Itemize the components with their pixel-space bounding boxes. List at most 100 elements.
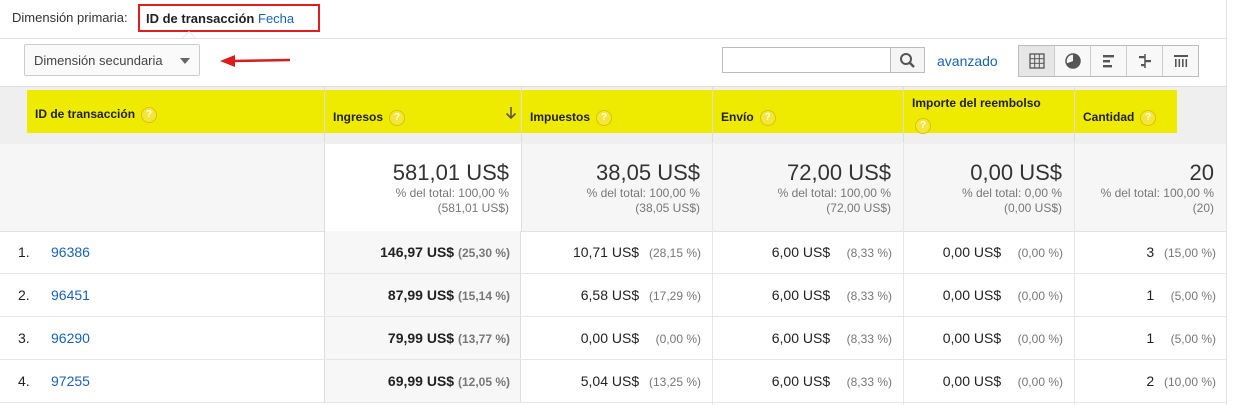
help-icon[interactable]: ? — [1140, 110, 1157, 126]
total-percent: % del total: 100,00 % — [1100, 186, 1214, 200]
cantidad-value: 1 — [1146, 330, 1155, 346]
total-sub: (20) — [1192, 201, 1214, 215]
ingresos-percent: (25,30 %) — [457, 246, 510, 260]
reembolso-value: 0,00 US$ — [942, 287, 1002, 303]
row-index: 2. — [18, 287, 30, 303]
reembolso-percent: (0,00 %) — [1017, 246, 1063, 260]
advanced-search-link[interactable]: avanzado — [937, 53, 998, 69]
cantidad-value: 1 — [1146, 287, 1155, 303]
impuestos-cell: 10,71 US$ (28,15 %) — [521, 231, 712, 273]
view-switcher — [1018, 45, 1199, 77]
envio-value: 6,00 US$ — [771, 287, 831, 303]
transaction-id-link[interactable]: 96451 — [51, 274, 90, 316]
help-icon[interactable]: ? — [389, 110, 406, 126]
primary-dimension-active: ID de transacción — [146, 11, 255, 26]
cantidad-cell: 2 (10,00 %) — [1074, 360, 1226, 402]
table-view-button[interactable] — [1019, 46, 1055, 76]
cantidad-value: 3 — [1146, 244, 1155, 260]
comparison-view-button[interactable] — [1127, 46, 1163, 76]
column-header-cantidad[interactable]: Cantidad? — [1083, 110, 1157, 126]
secondary-dimension-dropdown[interactable]: Dimensión secundaria — [24, 44, 200, 76]
reembolso-value: 0,00 US$ — [942, 244, 1002, 260]
ingresos-value: 69,99 US$ — [387, 373, 455, 389]
envio-cell: 6,00 US$ (8,33 %) — [712, 360, 903, 402]
envio-cell: 6,00 US$ (8,33 %) — [712, 231, 903, 273]
total-percent: % del total: 100,00 % — [586, 186, 700, 200]
total-sub: (581,01 US$) — [437, 201, 509, 215]
impuestos-value: 10,71 US$ — [572, 244, 640, 260]
cantidad-cell: 1 (5,00 %) — [1074, 317, 1226, 359]
divider — [0, 38, 1227, 39]
caret-up-icon — [182, 31, 196, 38]
transaction-id-link[interactable]: 96290 — [51, 317, 90, 359]
impuestos-percent: (0,00 %) — [655, 332, 701, 346]
cantidad-cell: 1 (5,00 %) — [1074, 274, 1226, 316]
envio-value: 6,00 US$ — [771, 373, 831, 389]
reembolso-cell: 0,00 US$ (0,00 %) — [903, 317, 1074, 359]
divider — [1074, 86, 1075, 143]
search-input[interactable] — [722, 47, 891, 73]
envio-cell: 6,00 US$ (8,33 %) — [712, 274, 903, 316]
column-header-reembolso[interactable]: Importe del reembolso — [912, 96, 1041, 110]
impuestos-percent: (28,15 %) — [648, 246, 701, 260]
column-header-transaction-id[interactable]: ID de transacción? — [35, 107, 158, 123]
ingresos-value: 79,99 US$ — [387, 330, 455, 346]
cantidad-percent: (10,00 %) — [1163, 375, 1216, 389]
chevron-down-icon — [180, 58, 190, 64]
ingresos-value: 146,97 US$ — [380, 244, 455, 260]
total-value: 581,01 US$ — [392, 160, 509, 185]
help-icon[interactable]: ? — [915, 118, 931, 134]
cantidad-percent: (5,00 %) — [1170, 332, 1216, 346]
ingresos-percent: (15,14 %) — [457, 289, 510, 303]
reembolso-value: 0,00 US$ — [942, 373, 1002, 389]
sort-descending-icon[interactable] — [505, 106, 517, 120]
ingresos-cell: 87,99 US$ (15,14 %) — [324, 274, 521, 316]
help-icon[interactable]: ? — [596, 110, 613, 126]
reembolso-cell: 0,00 US$ (0,00 %) — [903, 231, 1074, 273]
help-icon[interactable]: ? — [141, 107, 158, 123]
row-index: 3. — [18, 330, 30, 346]
total-value: 72,00 US$ — [787, 160, 891, 185]
search-button[interactable] — [890, 47, 925, 73]
column-header-envio[interactable]: Envío? — [721, 110, 776, 126]
divider — [903, 86, 904, 143]
primary-dimension-fecha-link[interactable]: Fecha — [258, 11, 294, 26]
impuestos-cell: 5,04 US$ (13,25 %) — [521, 360, 712, 402]
column-header-impuestos[interactable]: Impuestos? — [530, 110, 613, 126]
grid-icon — [1028, 53, 1045, 69]
total-ingresos: 581,01 US$ % del total: 100,00 % (581,01… — [324, 144, 521, 231]
comparison-icon — [1138, 54, 1151, 68]
help-icon[interactable]: ? — [759, 110, 776, 126]
envio-percent: (8,33 %) — [846, 332, 892, 346]
primary-dimension-label: Dimensión primaria: — [12, 10, 128, 25]
envio-percent: (8,33 %) — [846, 375, 892, 389]
secondary-dimension-label: Dimensión secundaria — [34, 53, 163, 68]
performance-view-button[interactable] — [1091, 46, 1127, 76]
pie-view-button[interactable] — [1055, 46, 1091, 76]
divider — [903, 144, 904, 405]
reembolso-cell: 0,00 US$ (0,00 %) — [903, 274, 1074, 316]
total-value: 0,00 US$ — [970, 160, 1062, 185]
total-percent: % del total: 100,00 % — [395, 186, 509, 200]
transaction-id-link[interactable]: 96386 — [51, 231, 90, 273]
pivot-view-button[interactable] — [1163, 46, 1198, 76]
ingresos-cell: 146,97 US$ (25,30 %) — [324, 231, 521, 273]
table-row: 3. 96290 79,99 US$ (13,77 %) 0,00 US$ (0… — [0, 317, 1226, 360]
ingresos-cell: 79,99 US$ (13,77 %) — [324, 317, 521, 359]
cantidad-percent: (5,00 %) — [1170, 289, 1216, 303]
divider — [521, 86, 522, 143]
impuestos-cell: 6,58 US$ (17,29 %) — [521, 274, 712, 316]
ingresos-percent: (13,77 %) — [457, 332, 510, 346]
table-row: 1. 96386 146,97 US$ (25,30 %) 10,71 US$ … — [0, 231, 1226, 274]
total-impuestos: 38,05 US$ % del total: 100,00 % (38,05 U… — [521, 144, 712, 231]
total-sub: (72,00 US$) — [826, 201, 891, 215]
pivot-icon — [1173, 55, 1188, 67]
divider — [324, 86, 325, 143]
column-header-ingresos[interactable]: Ingresos? — [333, 110, 406, 126]
divider — [712, 86, 713, 143]
row-index: 1. — [18, 244, 30, 260]
total-reembolso: 0,00 US$ % del total: 0,00 % (0,00 US$) — [903, 144, 1074, 231]
table-row: 2. 96451 87,99 US$ (15,14 %) 6,58 US$ (1… — [0, 274, 1226, 317]
transaction-id-link[interactable]: 97255 — [51, 360, 90, 402]
primary-dimension-highlight-box: ID de transacción Fecha — [138, 4, 320, 32]
